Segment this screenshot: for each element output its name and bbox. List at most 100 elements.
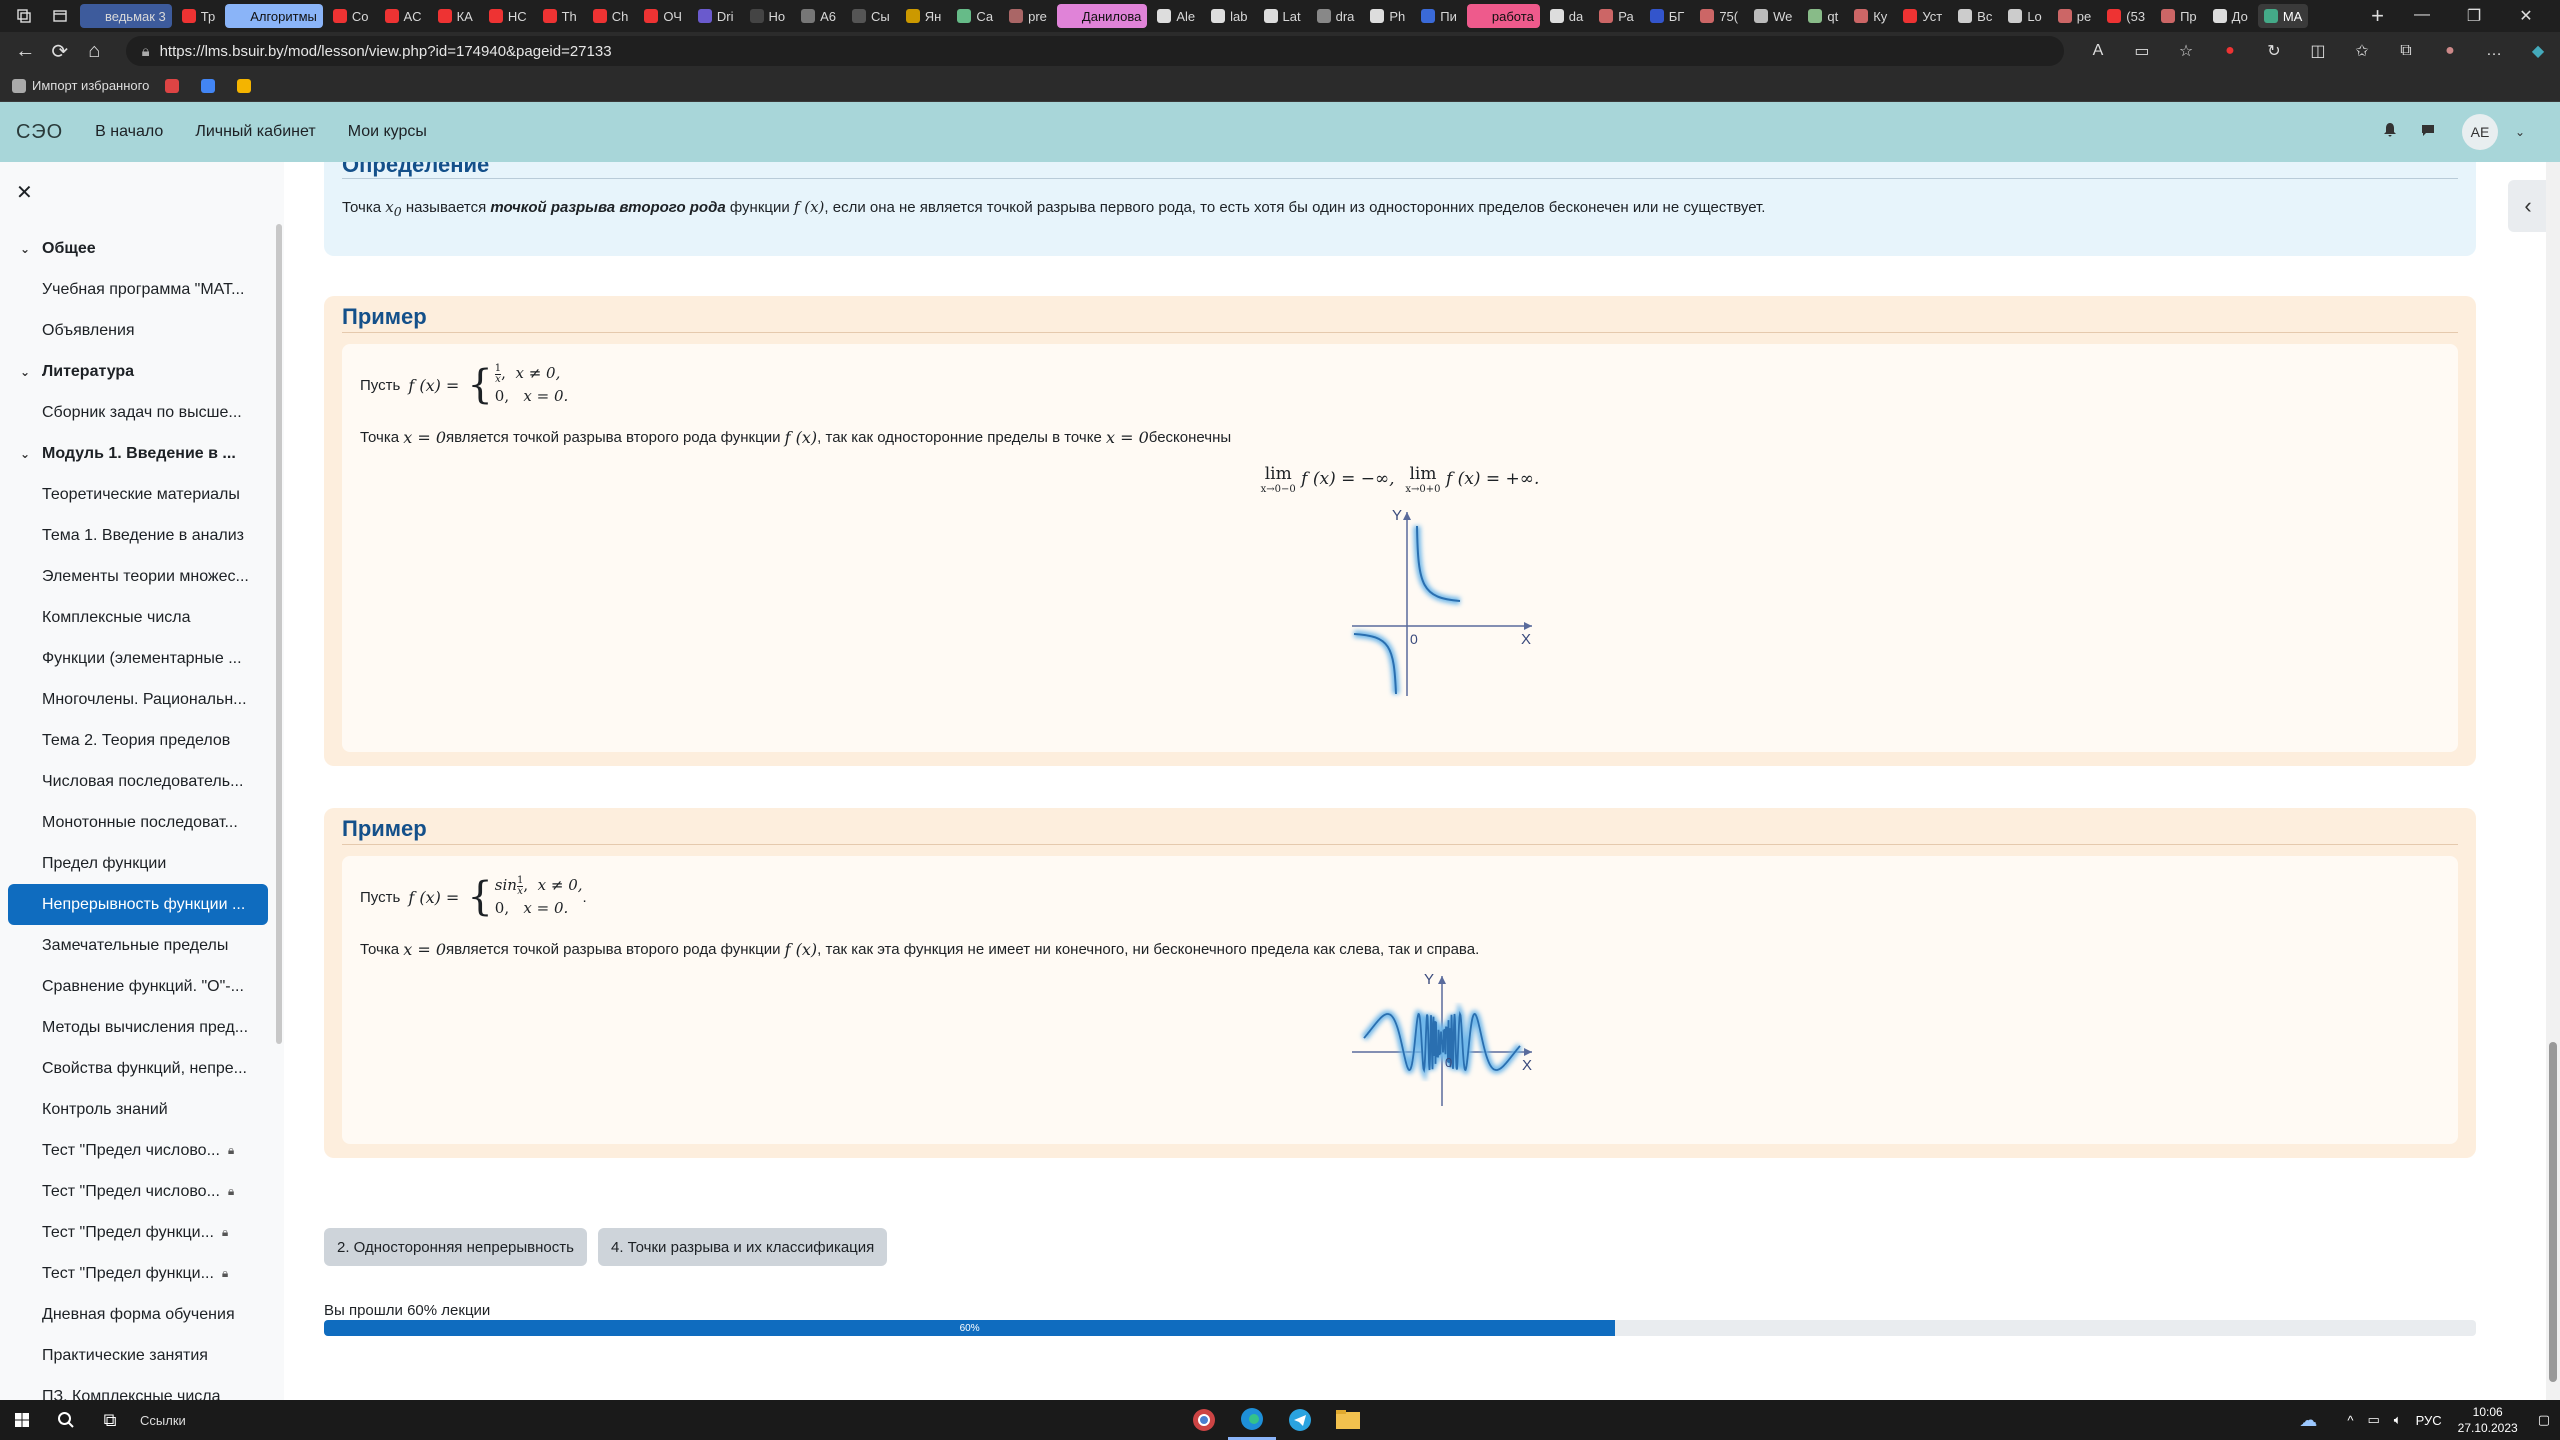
course-index-item[interactable]: Многочлены. Рациональн... bbox=[8, 679, 268, 720]
browser-tab[interactable]: 75( bbox=[1694, 4, 1744, 28]
bookmark-item[interactable] bbox=[201, 78, 221, 93]
more-icon[interactable]: … bbox=[2472, 42, 2516, 60]
browser-tab[interactable]: НС bbox=[483, 4, 533, 28]
browser-tab[interactable]: We bbox=[1748, 4, 1798, 28]
browser-tab[interactable]: Ра bbox=[1593, 4, 1639, 28]
course-index-item[interactable]: Тест "Предел функци... 🔒︎ bbox=[8, 1253, 268, 1294]
browser-tab[interactable]: A6 bbox=[795, 4, 842, 28]
extension-icon[interactable]: ● bbox=[2208, 42, 2252, 60]
onedrive-cloud-icon[interactable]: ☁ bbox=[2299, 1410, 2317, 1431]
start-windows-icon[interactable] bbox=[0, 1400, 44, 1440]
copilot-icon[interactable]: ◆ bbox=[2516, 41, 2560, 61]
course-index-item[interactable]: Тест "Предел числово... 🔒︎ bbox=[8, 1171, 268, 1212]
edge-app-icon[interactable] bbox=[1228, 1400, 1276, 1440]
file-explorer-app-icon[interactable] bbox=[1324, 1400, 1372, 1440]
course-index-item[interactable]: Объявления bbox=[8, 310, 268, 351]
browser-tab[interactable]: Данилова bbox=[1056, 4, 1148, 28]
chevron-down-icon[interactable]: ⌄ bbox=[20, 447, 42, 461]
course-index-item[interactable]: Тема 2. Теория пределов bbox=[8, 720, 268, 761]
notifications-icon[interactable]: ▢ bbox=[2538, 1412, 2550, 1428]
maximize-button[interactable]: ❐ bbox=[2448, 6, 2500, 26]
course-index-item[interactable]: Тест "Предел числово... 🔒︎ bbox=[8, 1130, 268, 1171]
site-logo[interactable]: СЭО bbox=[16, 121, 63, 144]
browser-tab[interactable]: qt bbox=[1802, 4, 1844, 28]
course-index-item[interactable]: Числовая последователь... bbox=[8, 761, 268, 802]
course-index-item[interactable]: Тема 1. Введение в анализ bbox=[8, 515, 268, 556]
clock[interactable]: 10:06 27.10.2023 bbox=[2458, 1404, 2518, 1436]
notifications-bell-icon[interactable] bbox=[2374, 122, 2406, 143]
course-index-item[interactable]: Свойства функций, непре... bbox=[8, 1048, 268, 1089]
browser-tab[interactable]: Ph bbox=[1364, 4, 1411, 28]
browser-tab[interactable]: Тр bbox=[176, 4, 221, 28]
browser-tab[interactable]: ОЧ bbox=[638, 4, 688, 28]
user-avatar[interactable]: АЕ bbox=[2462, 114, 2498, 150]
course-index-item[interactable]: Теоретические материалы bbox=[8, 474, 268, 515]
course-index-item[interactable]: Элементы теории множес... bbox=[8, 556, 268, 597]
reload-button[interactable]: ⟳ bbox=[43, 35, 78, 67]
course-index-item[interactable]: Функции (элементарные ... bbox=[8, 638, 268, 679]
browser-tab[interactable]: pre bbox=[1003, 4, 1053, 28]
browser-tab[interactable]: работа bbox=[1466, 4, 1540, 28]
course-section-header[interactable]: ⌄ Модуль 1. Введение в ... bbox=[8, 433, 268, 474]
course-index-item[interactable]: ПЗ. Комплексные числа bbox=[8, 1376, 268, 1401]
close-drawer-icon[interactable]: ✕ bbox=[16, 180, 33, 205]
chevron-down-icon[interactable]: ⌄ bbox=[20, 365, 42, 379]
url-bar[interactable]: 🔒︎ https://lms.bsuir.by/mod/lesson/view.… bbox=[125, 36, 2064, 66]
open-block-drawer-button[interactable]: ‹ bbox=[2508, 180, 2548, 232]
course-index-item[interactable]: Дневная форма обучения bbox=[8, 1294, 268, 1335]
browser-tab[interactable]: Са bbox=[951, 4, 999, 28]
course-index-item[interactable]: Тест "Предел функци... 🔒︎ bbox=[8, 1212, 268, 1253]
next-page-button[interactable]: 4. Точки разрыва и их классификация bbox=[598, 1228, 888, 1266]
volume-icon[interactable]: 🔈︎ bbox=[2394, 1412, 2402, 1428]
new-tab-button[interactable]: + bbox=[2371, 3, 2384, 29]
favorite-star-icon[interactable]: ☆ bbox=[2164, 41, 2208, 61]
browser-tab[interactable]: Вс bbox=[1952, 4, 1998, 28]
browser-tab[interactable]: lab bbox=[1205, 4, 1253, 28]
minimize-button[interactable]: — bbox=[2396, 6, 2448, 26]
browser-tab[interactable]: Пр bbox=[2155, 4, 2203, 28]
browser-tab[interactable]: До bbox=[2207, 4, 2254, 28]
course-section-header[interactable]: ⌄ Литература bbox=[8, 351, 268, 392]
browser-tab[interactable]: Уст bbox=[1897, 4, 1948, 28]
home-button[interactable]: ⌂ bbox=[77, 35, 112, 67]
course-index-item[interactable]: Комплексные числа bbox=[8, 597, 268, 638]
drawer-scrollbar[interactable] bbox=[276, 224, 282, 1044]
page-scrollbar[interactable] bbox=[2546, 162, 2560, 1400]
page-scrollbar-thumb[interactable] bbox=[2549, 1042, 2557, 1382]
nav-mycourses-link[interactable]: Мои курсы bbox=[348, 123, 427, 141]
browser-tab[interactable]: da bbox=[1544, 4, 1589, 28]
browser-tab[interactable]: БГ bbox=[1644, 4, 1691, 28]
workspaces-icon[interactable] bbox=[12, 4, 36, 28]
split-screen-icon[interactable]: ◫ bbox=[2296, 41, 2340, 61]
browser-tab[interactable]: Ale bbox=[1151, 4, 1201, 28]
search-icon[interactable] bbox=[44, 1400, 88, 1440]
course-index-item[interactable]: Практические занятия bbox=[8, 1335, 268, 1376]
tab-actions-icon[interactable] bbox=[48, 4, 72, 28]
browser-tab[interactable]: ведьмак 3 bbox=[80, 4, 172, 28]
bookmark-item[interactable]: Импорт избранного bbox=[12, 78, 149, 93]
read-aloud-icon[interactable]: A bbox=[2076, 42, 2120, 60]
browser-tab[interactable]: dra bbox=[1311, 4, 1361, 28]
course-index-item[interactable]: Замечательные пределы bbox=[8, 925, 268, 966]
browser-tab[interactable]: Dri bbox=[692, 4, 740, 28]
browser-tab[interactable]: Ho bbox=[744, 4, 792, 28]
course-index-item[interactable]: Монотонные последоват... bbox=[8, 802, 268, 843]
course-index-item[interactable]: Контроль знаний bbox=[8, 1089, 268, 1130]
taskbar-links-label[interactable]: Ссылки bbox=[140, 1413, 186, 1428]
close-window-button[interactable]: ✕ bbox=[2500, 6, 2552, 26]
immersive-reader-icon[interactable]: ▭ bbox=[2120, 41, 2164, 61]
nav-dashboard-link[interactable]: Личный кабинет bbox=[195, 123, 315, 141]
chrome-app-icon[interactable] bbox=[1180, 1400, 1228, 1440]
refresh-extension-icon[interactable]: ↻ bbox=[2252, 41, 2296, 61]
browser-tab[interactable]: Ян bbox=[900, 4, 948, 28]
course-index-item[interactable]: Методы вычисления пред... bbox=[8, 1007, 268, 1048]
nav-home-link[interactable]: В начало bbox=[95, 123, 163, 141]
profile-icon[interactable]: ● bbox=[2428, 42, 2472, 60]
user-menu-chevron-icon[interactable]: ⌄ bbox=[2504, 125, 2536, 139]
browser-tab[interactable]: Co bbox=[327, 4, 375, 28]
course-index-item[interactable]: Сравнение функций. "O"-... bbox=[8, 966, 268, 1007]
course-section-header[interactable]: ⌄ Общее bbox=[8, 228, 268, 269]
browser-tab[interactable]: МА bbox=[2257, 4, 2309, 28]
network-icon[interactable]: ▭ bbox=[2367, 1412, 2379, 1428]
task-view-icon[interactable]: ⧉ bbox=[88, 1400, 132, 1440]
